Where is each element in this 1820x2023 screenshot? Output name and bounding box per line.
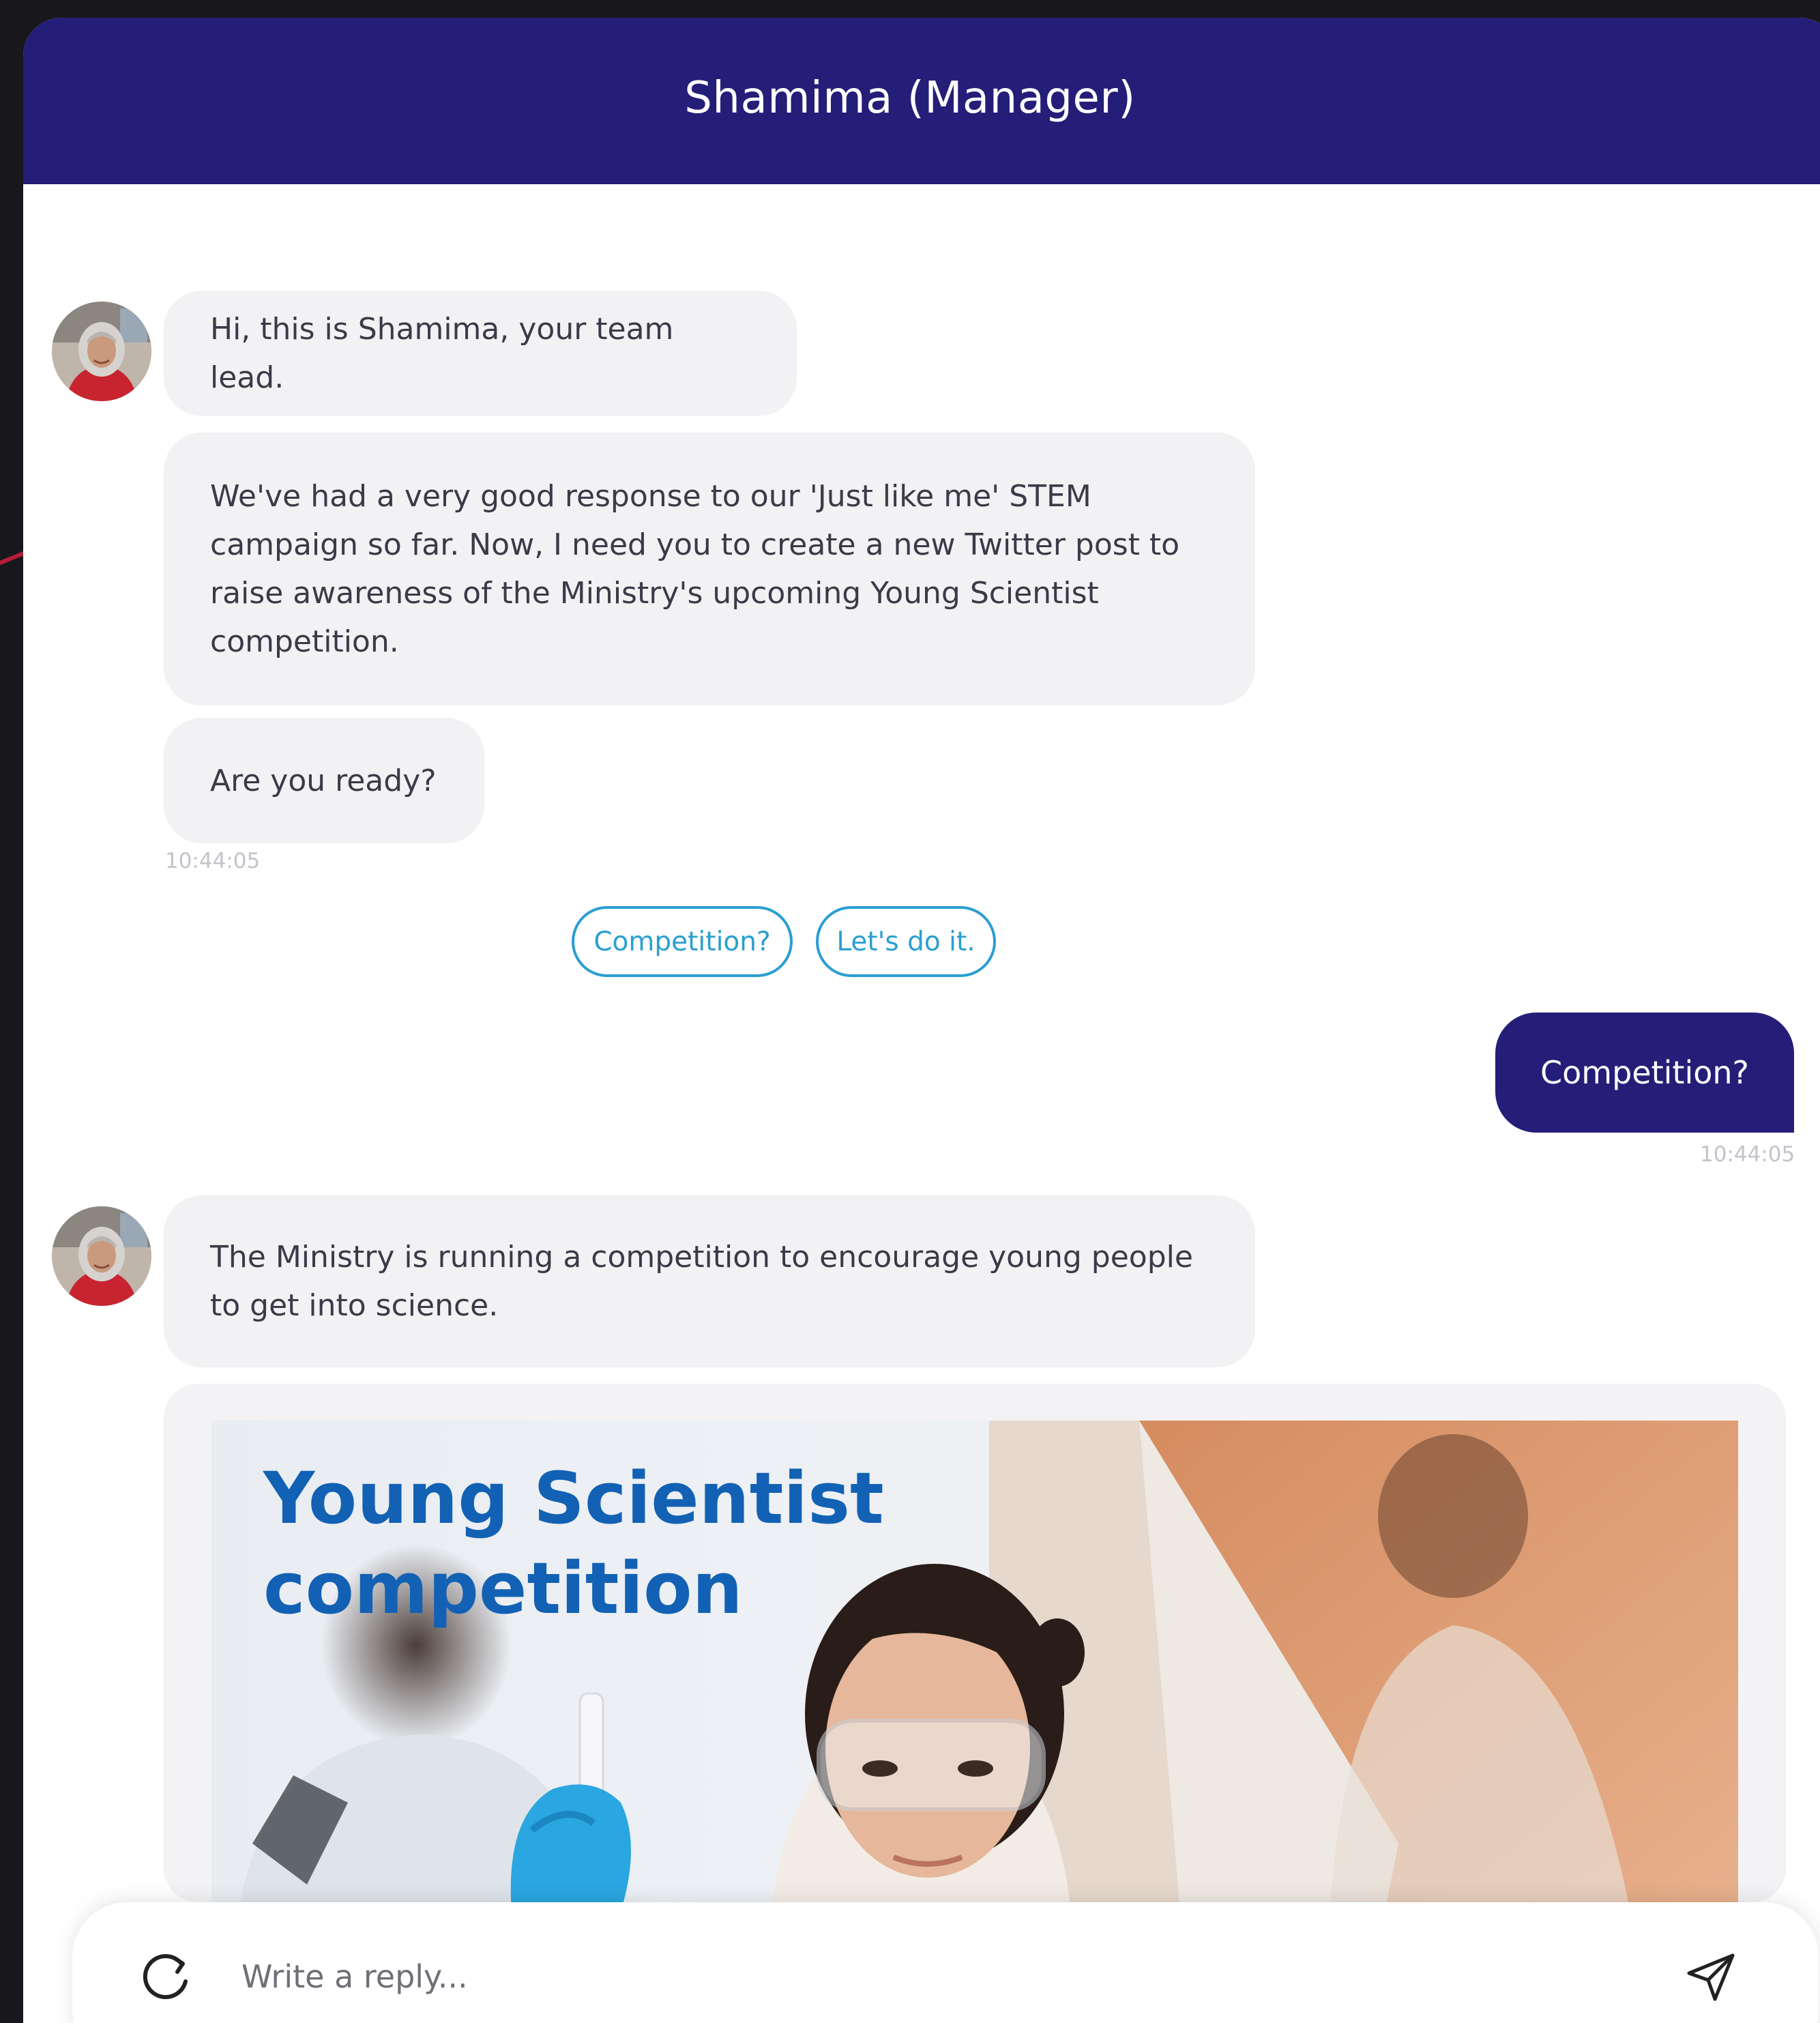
message-text: Hi, this is Shamima, your team lead. bbox=[210, 312, 674, 395]
manager-avatar bbox=[52, 1206, 151, 1306]
poster-title: Young Scientist competition bbox=[263, 1457, 884, 1630]
reply-composer bbox=[72, 1902, 1819, 2023]
chat-window: Shamima (Manager) Hi, this is Shamima, y… bbox=[23, 18, 1820, 2023]
message-bubble: Are you ready? bbox=[164, 718, 484, 843]
message-text: Are you ready? bbox=[210, 763, 437, 798]
reply-input[interactable] bbox=[240, 1940, 1607, 2013]
app-frame: Shamima (Manager) Hi, this is Shamima, y… bbox=[0, 0, 1820, 2023]
message-text: We've had a very good response to our 'J… bbox=[210, 479, 1180, 659]
user-message-bubble: Competition? bbox=[1495, 1013, 1794, 1133]
user-message-text: Competition? bbox=[1540, 1054, 1749, 1091]
competition-poster: Young Scientist competition bbox=[211, 1421, 1738, 1902]
message-timestamp: 10:44:05 bbox=[165, 849, 261, 873]
message-bubble: Hi, this is Shamima, your team lead. bbox=[164, 291, 797, 416]
refresh-icon[interactable] bbox=[139, 1949, 194, 2003]
message-text: The Ministry is running a competition to… bbox=[210, 1240, 1193, 1323]
image-message-card: Young Scientist competition bbox=[164, 1384, 1786, 1902]
user-message-timestamp: 10:44:05 bbox=[1700, 1142, 1795, 1167]
message-bubble: The Ministry is running a competition to… bbox=[164, 1195, 1255, 1367]
quick-reply-lets-do-it-button[interactable]: Let's do it. bbox=[816, 906, 996, 977]
message-bubble: We've had a very good response to our 'J… bbox=[164, 433, 1255, 705]
manager-avatar bbox=[52, 302, 151, 401]
quick-reply-competition-button[interactable]: Competition? bbox=[572, 906, 793, 977]
avatar-image bbox=[52, 302, 151, 401]
avatar-image bbox=[52, 1206, 151, 1306]
send-icon[interactable] bbox=[1685, 1951, 1737, 2003]
chat-header: Shamima (Manager) bbox=[23, 18, 1820, 184]
chat-title: Shamima (Manager) bbox=[684, 73, 1136, 123]
